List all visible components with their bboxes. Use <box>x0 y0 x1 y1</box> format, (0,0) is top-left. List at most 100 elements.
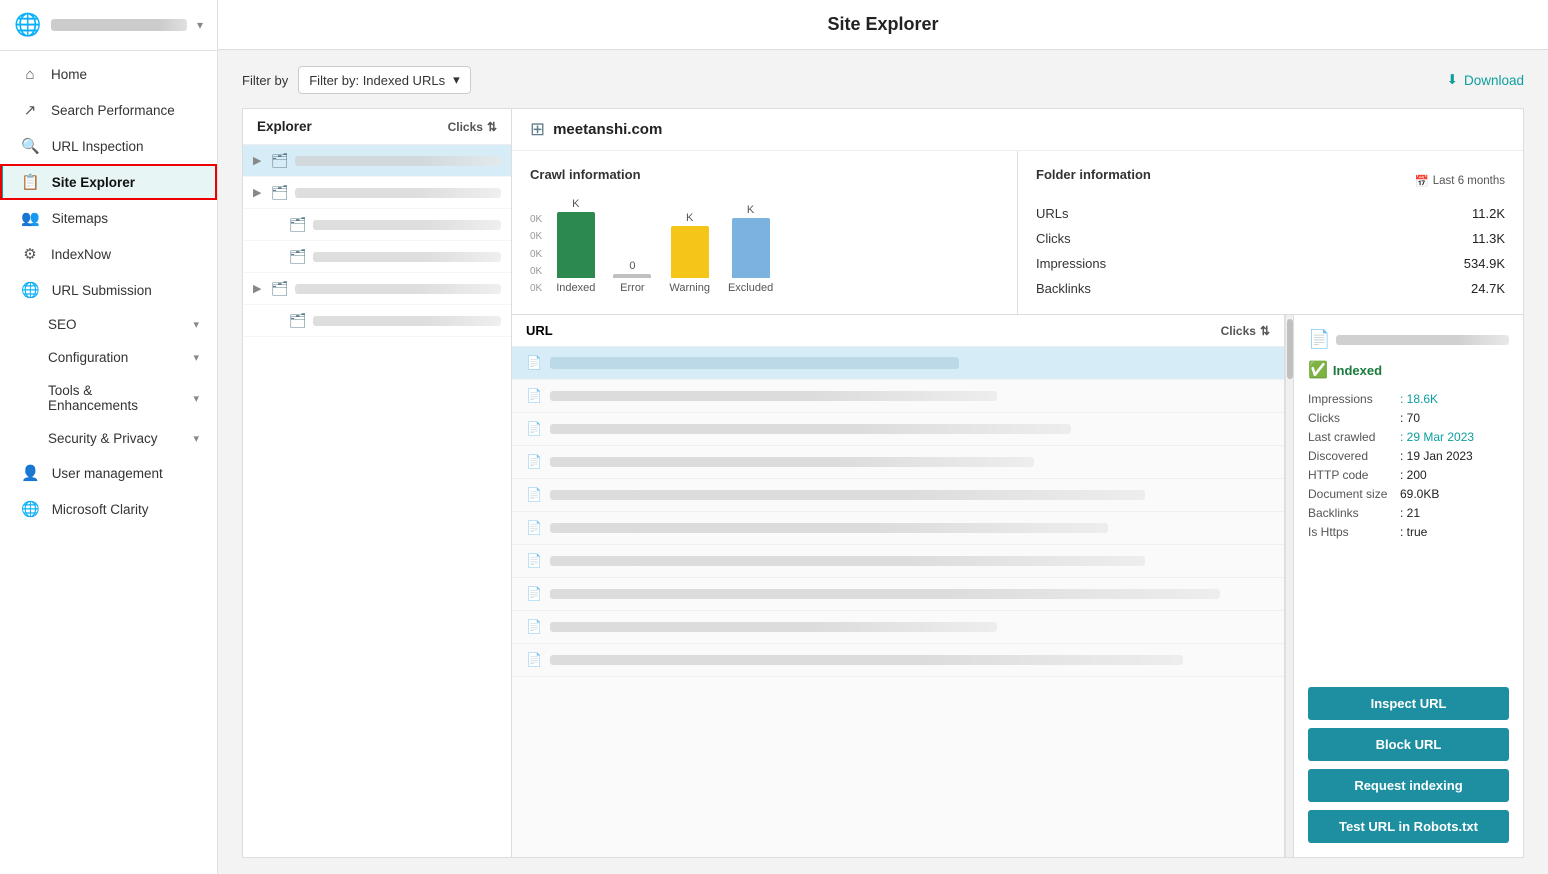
row-url-blurred <box>313 252 501 262</box>
explorer-row[interactable]: ▶ 🗂 <box>243 177 511 209</box>
url-row[interactable]: 📄 <box>512 578 1284 611</box>
block-url-button[interactable]: Block URL <box>1308 728 1509 761</box>
filter-value: Filter by: Indexed URLs <box>309 73 445 88</box>
chevron-down-icon: ▾ <box>193 351 199 364</box>
explorer-row[interactable]: ▶ 🗂 <box>243 209 511 241</box>
sidebar-item-security-privacy[interactable]: Security & Privacy ▾ <box>0 422 217 455</box>
sidebar-item-user-management[interactable]: 👤 User management <box>0 455 217 491</box>
url-blurred <box>550 357 959 369</box>
impressions-val: : 18.6K <box>1400 392 1438 406</box>
indexed-badge: ✅ Indexed <box>1308 360 1509 380</box>
last-months-label: Last 6 months <box>1433 175 1505 187</box>
url-row[interactable]: 📄 <box>512 347 1284 380</box>
doc-icon: 📄 <box>526 520 542 536</box>
doc-icon: 📄 <box>526 619 542 635</box>
sidebar-item-site-explorer[interactable]: 📋 Site Explorer <box>0 164 217 200</box>
url-blurred <box>550 655 1182 665</box>
url-row[interactable]: 📄 <box>512 413 1284 446</box>
sidebar-item-tools[interactable]: Tools & Enhancements ▾ <box>0 374 217 422</box>
url-row[interactable]: 📄 <box>512 644 1284 677</box>
chart-icon: ↗ <box>21 101 39 119</box>
http-code-key: HTTP code <box>1308 468 1398 482</box>
sidebar-header[interactable]: 🌐 ▾ <box>0 0 217 51</box>
explorer-row[interactable]: ▶ 🗂 <box>243 241 511 273</box>
sidebar-item-label: SEO <box>48 317 77 332</box>
bar-warning-label: Warning <box>669 282 710 294</box>
sidebar-item-url-inspection[interactable]: 🔍 URL Inspection <box>0 128 217 164</box>
explorer-row[interactable]: ▶ 🗂 <box>243 305 511 337</box>
url-row[interactable]: 📄 <box>512 611 1284 644</box>
sidebar-item-label: User management <box>52 466 163 481</box>
url-row[interactable]: 📄 <box>512 446 1284 479</box>
sidebar-item-search-performance[interactable]: ↗ Search Performance <box>0 92 217 128</box>
sitemaps-icon: 👥 <box>21 209 40 227</box>
url-row[interactable]: 📄 <box>512 512 1284 545</box>
explorer-row[interactable]: ▶ 🗂 <box>243 145 511 177</box>
stat-value: 11.2K <box>1472 206 1505 221</box>
doc-size-key: Document size <box>1308 487 1398 501</box>
sidebar-item-url-submission[interactable]: 🌐 URL Submission <box>0 272 217 308</box>
download-button[interactable]: ⬇ Download <box>1447 72 1524 88</box>
url-blurred <box>550 391 996 401</box>
explorer-row[interactable]: ▶ 🗂 <box>243 273 511 305</box>
filter-label: Filter by <box>242 73 288 88</box>
chevron-down-icon: ▾ <box>193 318 199 331</box>
last-crawled-key: Last crawled <box>1308 430 1398 444</box>
info-row-backlinks: Backlinks : 21 <box>1308 506 1509 520</box>
bar-warning: K Warning <box>669 198 710 294</box>
sidebar-item-seo[interactable]: SEO ▾ <box>0 308 217 341</box>
url-list-header: URL Clicks ⇅ <box>512 315 1284 347</box>
page-title: Site Explorer <box>218 0 1548 50</box>
indexnow-icon: ⚙ <box>21 245 39 263</box>
folder-icon: 🗂 <box>289 312 307 329</box>
test-robots-button[interactable]: Test URL in Robots.txt <box>1308 810 1509 843</box>
url-submission-icon: 🌐 <box>21 281 40 299</box>
sidebar-item-configuration[interactable]: Configuration ▾ <box>0 341 217 374</box>
doc-icon: 📄 <box>526 553 542 569</box>
url-row[interactable]: 📄 <box>512 479 1284 512</box>
stat-value: 24.7K <box>1471 281 1505 296</box>
url-row[interactable]: 📄 <box>512 545 1284 578</box>
url-blurred <box>550 490 1145 500</box>
info-row-clicks: Clicks : 70 <box>1308 411 1509 425</box>
home-icon: ⌂ <box>21 66 39 83</box>
url-list-scrollbar[interactable] <box>1285 315 1293 857</box>
last-crawled-val: : 29 Mar 2023 <box>1400 430 1474 444</box>
url-clicks-label: Clicks <box>1221 324 1256 338</box>
clicks-sort-button[interactable]: Clicks ⇅ <box>448 120 497 134</box>
clarity-icon: 🌐 <box>21 500 40 518</box>
domain-name: meetanshi.com <box>553 121 662 138</box>
sidebar: 🌐 ▾ ⌂ Home ↗ Search Performance 🔍 URL In… <box>0 0 218 874</box>
inspect-url-button[interactable]: Inspect URL <box>1308 687 1509 720</box>
doc-icon: 📄 <box>526 652 542 668</box>
url-blurred <box>550 424 1071 434</box>
expand-icon[interactable]: ▶ <box>253 186 265 199</box>
doc-icon: 📄 <box>1308 329 1330 350</box>
request-indexing-button[interactable]: Request indexing <box>1308 769 1509 802</box>
sidebar-item-sitemaps[interactable]: 👥 Sitemaps <box>0 200 217 236</box>
explorer-header: Explorer Clicks ⇅ <box>243 109 511 145</box>
crawl-bar-chart: K Indexed 0 <box>546 194 783 294</box>
expand-icon[interactable]: ▶ <box>253 282 265 295</box>
expand-icon[interactable]: ▶ <box>253 154 265 167</box>
url-clicks-sort[interactable]: Clicks ⇅ <box>1221 324 1270 338</box>
filter-dropdown[interactable]: Filter by: Indexed URLs ▾ <box>298 66 470 94</box>
url-list-scrollbar-thumb <box>1287 319 1293 379</box>
stat-backlinks: Backlinks 24.7K <box>1036 279 1505 298</box>
doc-icon: 📄 <box>526 454 542 470</box>
chevron-down-icon: ▾ <box>193 432 199 445</box>
crawl-info-title: Crawl information <box>530 167 999 182</box>
sidebar-item-label: Site Explorer <box>52 175 135 190</box>
action-buttons: Inspect URL Block URL Request indexing T… <box>1308 687 1509 843</box>
chevron-down-icon[interactable]: ▾ <box>197 18 203 32</box>
url-blurred <box>550 457 1034 467</box>
sidebar-item-microsoft-clarity[interactable]: 🌐 Microsoft Clarity <box>0 491 217 527</box>
last-months-filter[interactable]: 📅 Last 6 months <box>1414 174 1505 188</box>
sidebar-item-label: Tools & Enhancements <box>48 383 181 413</box>
sidebar-item-home[interactable]: ⌂ Home <box>0 57 217 92</box>
url-info-grid: Impressions : 18.6K Clicks : 70 Last cra… <box>1308 392 1509 539</box>
check-circle-icon: ✅ <box>1308 360 1328 380</box>
url-row[interactable]: 📄 <box>512 380 1284 413</box>
sidebar-item-label: Security & Privacy <box>48 431 158 446</box>
sidebar-item-indexnow[interactable]: ⚙ IndexNow <box>0 236 217 272</box>
